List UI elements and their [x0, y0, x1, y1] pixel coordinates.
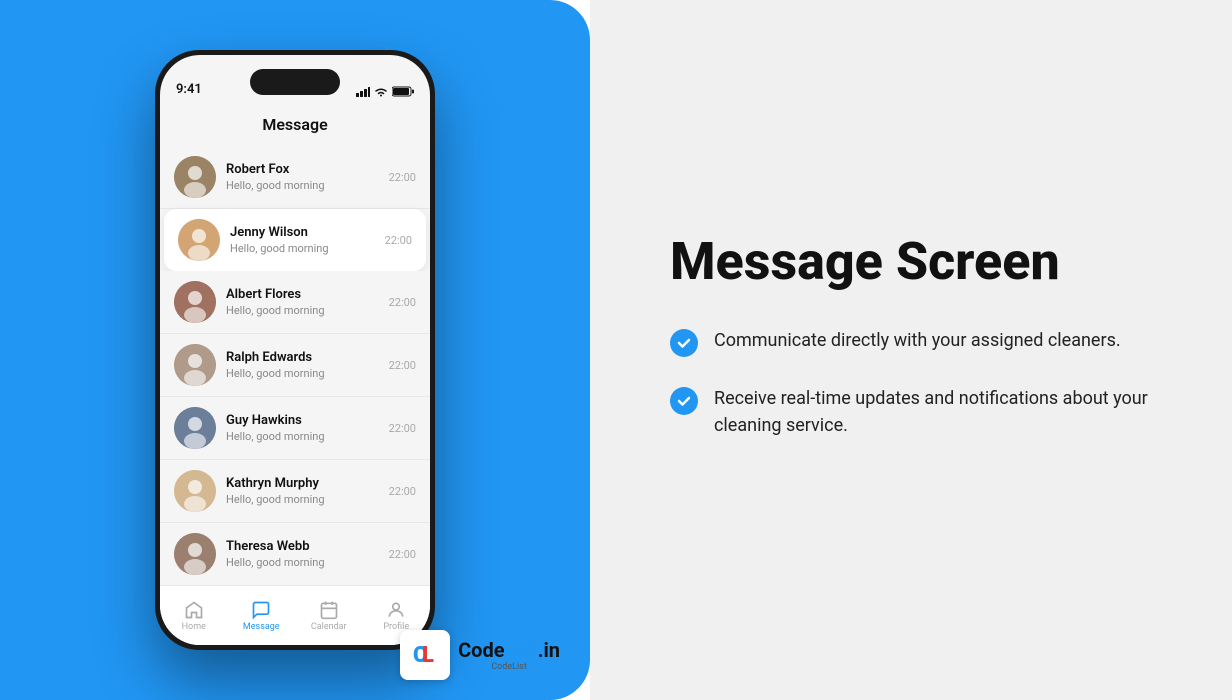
avatar-msg-kathryn: [174, 470, 216, 512]
msg-time-msg-kathryn: 22:00: [389, 485, 416, 498]
msg-time-msg-albert: 22:00: [389, 296, 416, 309]
msg-time-msg-robert: 22:00: [389, 171, 416, 184]
message-item-msg-guy[interactable]: Guy Hawkins Hello, good morning 22:00: [160, 397, 430, 460]
signal-icon: [356, 87, 370, 97]
avatar-msg-jenny: [178, 219, 220, 261]
msg-info-msg-ralph: Ralph Edwards Hello, good morning: [226, 350, 379, 380]
msg-name-msg-guy: Guy Hawkins: [226, 413, 379, 428]
codelist-logo-icon: C L: [408, 638, 442, 672]
avatar-msg-robert: [174, 156, 216, 198]
msg-preview-msg-kathryn: Hello, good morning: [226, 493, 379, 506]
msg-time-msg-jenny: 22:00: [385, 234, 412, 247]
msg-info-msg-robert: Robert Fox Hello, good morning: [226, 162, 379, 192]
msg-info-msg-albert: Albert Flores Hello, good morning: [226, 287, 379, 317]
feature-text-2: Receive real-time updates and notificati…: [714, 385, 1150, 439]
msg-info-msg-jenny: Jenny Wilson Hello, good morning: [230, 225, 375, 255]
msg-time-msg-ralph: 22:00: [389, 359, 416, 372]
battery-icon: [392, 86, 414, 97]
phone-inner: 9:41: [160, 55, 430, 645]
watermark-text: CodeList.in CodeList: [458, 638, 560, 672]
msg-name-msg-ralph: Ralph Edwards: [226, 350, 379, 365]
avatar-svg-msg-robert: [174, 156, 216, 198]
nav-profile[interactable]: Profile: [363, 600, 431, 632]
right-content: Message Screen Communicate directly with…: [670, 233, 1150, 466]
phone-frame: 9:41: [155, 50, 435, 650]
avatar-msg-guy: [174, 407, 216, 449]
msg-preview-msg-theresa: Hello, good morning: [226, 556, 379, 569]
message-list: Robert Fox Hello, good morning 22:00 Jen…: [160, 146, 430, 586]
message-item-msg-jenny[interactable]: Jenny Wilson Hello, good morning 22:00: [164, 209, 426, 271]
msg-name-msg-robert: Robert Fox: [226, 162, 379, 177]
wifi-icon: [374, 87, 388, 97]
message-item-msg-theresa[interactable]: Theresa Webb Hello, good morning 22:00: [160, 523, 430, 586]
right-panel: Message Screen Communicate directly with…: [590, 0, 1232, 700]
svg-text:L: L: [422, 643, 434, 668]
feature-text-1: Communicate directly with your assigned …: [714, 327, 1121, 354]
status-time: 9:41: [176, 82, 202, 97]
msg-time-msg-guy: 22:00: [389, 422, 416, 435]
screen-header: Message: [160, 105, 430, 146]
msg-time-msg-theresa: 22:00: [389, 548, 416, 561]
msg-info-msg-theresa: Theresa Webb Hello, good morning: [226, 539, 379, 569]
msg-name-msg-theresa: Theresa Webb: [226, 539, 379, 554]
feature-item-1: Communicate directly with your assigned …: [670, 327, 1150, 357]
check-icon-1: [670, 329, 698, 357]
avatar-msg-ralph: [174, 344, 216, 386]
message-item-msg-ralph[interactable]: Ralph Edwards Hello, good morning 22:00: [160, 334, 430, 397]
screen-content: Message Robert Fox Hello, good morning 2…: [160, 105, 430, 645]
avatar-svg-msg-theresa: [174, 533, 216, 575]
avatar-msg-albert: [174, 281, 216, 323]
msg-preview-msg-jenny: Hello, good morning: [230, 242, 375, 255]
watermark-logo: C L: [400, 630, 450, 680]
message-item-msg-albert[interactable]: Albert Flores Hello, good morning 22:00: [160, 271, 430, 334]
avatar-svg-msg-kathryn: [174, 470, 216, 512]
check-icon-2: [670, 387, 698, 415]
msg-preview-msg-albert: Hello, good morning: [226, 304, 379, 317]
nav-calendar[interactable]: Calendar: [295, 600, 363, 632]
phone-mockup: 9:41: [135, 30, 455, 670]
message-item-msg-robert[interactable]: Robert Fox Hello, good morning 22:00: [160, 146, 430, 209]
avatar-svg-msg-jenny: [178, 219, 220, 261]
page-title: Message Screen: [670, 233, 1150, 290]
msg-preview-msg-guy: Hello, good morning: [226, 430, 379, 443]
msg-name-msg-kathryn: Kathryn Murphy: [226, 476, 379, 491]
msg-preview-msg-ralph: Hello, good morning: [226, 367, 379, 380]
checkmark-svg-1: [676, 335, 692, 351]
bottom-nav: Home Message: [160, 585, 430, 645]
watermark: C L CodeList.in CodeList: [400, 630, 560, 680]
checkmark-svg-2: [676, 393, 692, 409]
avatar-svg-msg-guy: [174, 407, 216, 449]
feature-item-2: Receive real-time updates and notificati…: [670, 385, 1150, 439]
msg-info-msg-kathryn: Kathryn Murphy Hello, good morning: [226, 476, 379, 506]
msg-preview-msg-robert: Hello, good morning: [226, 179, 379, 192]
avatar-msg-theresa: [174, 533, 216, 575]
left-panel: 9:41: [0, 0, 590, 700]
avatar-svg-msg-ralph: [174, 344, 216, 386]
message-item-msg-kathryn[interactable]: Kathryn Murphy Hello, good morning 22:00: [160, 460, 430, 523]
msg-name-msg-jenny: Jenny Wilson: [230, 225, 375, 240]
msg-info-msg-guy: Guy Hawkins Hello, good morning: [226, 413, 379, 443]
dynamic-island: [250, 69, 340, 95]
avatar-svg-msg-albert: [174, 281, 216, 323]
msg-name-msg-albert: Albert Flores: [226, 287, 379, 302]
nav-home[interactable]: Home: [160, 600, 228, 632]
nav-message[interactable]: Message: [228, 600, 296, 632]
status-icons: [356, 86, 414, 97]
